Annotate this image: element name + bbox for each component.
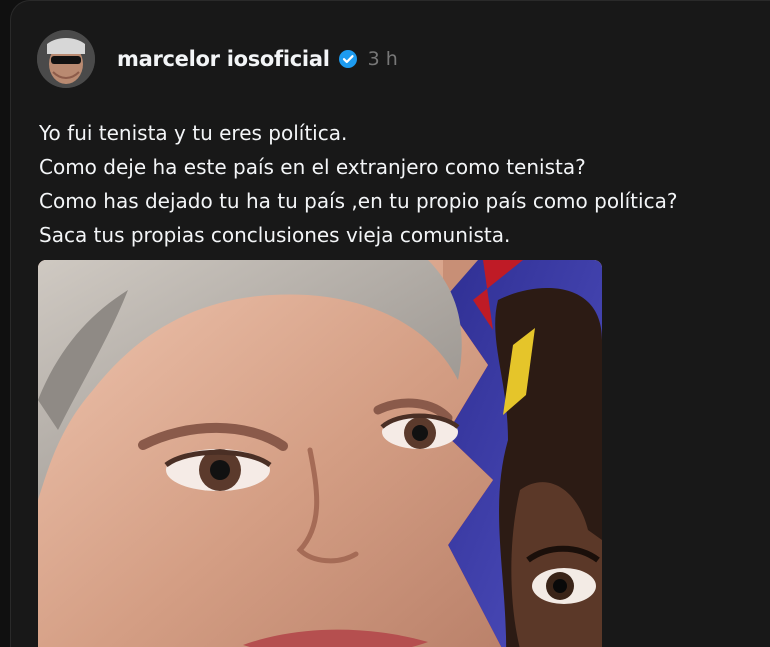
avatar[interactable]	[37, 30, 95, 88]
post-text-line: Como deje ha este país en el extranjero …	[39, 155, 586, 179]
verified-badge-icon	[338, 49, 358, 69]
post-time[interactable]: 3 h	[368, 48, 398, 70]
username[interactable]: marcelor iosoficial	[117, 47, 330, 71]
post-header: marcelor iosoficial 3 h	[37, 29, 398, 89]
post-text-line: Yo fui tenista y tu eres política.	[39, 121, 348, 145]
photo-collage-icon	[38, 260, 602, 647]
post-image[interactable]	[38, 260, 602, 647]
post-body: Yo fui tenista y tu eres política. Como …	[39, 116, 759, 252]
post-text-line: Como has dejado tu ha tu país ,en tu pro…	[39, 189, 678, 213]
avatar-image	[37, 30, 95, 88]
post-text-line: Saca tus propias conclusiones vieja comu…	[39, 223, 511, 247]
post-card: marcelor iosoficial 3 h Yo fui tenista y…	[10, 0, 770, 647]
